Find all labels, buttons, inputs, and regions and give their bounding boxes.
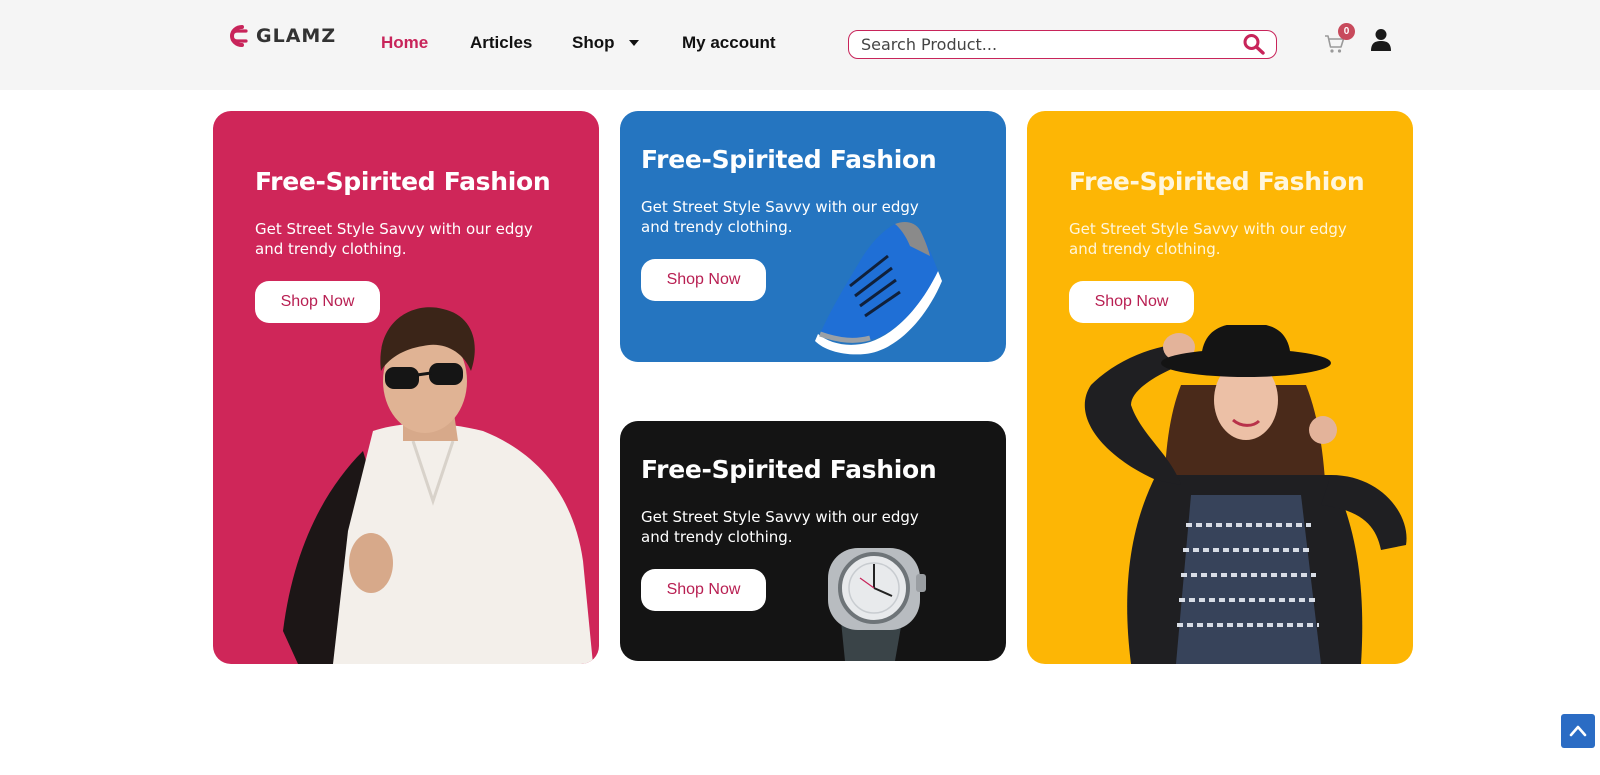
man-in-sunglasses-image [283, 307, 593, 664]
promo-card-blue: Free-Spirited Fashion Get Street Style S… [620, 111, 1006, 362]
promo-card-black: Free-Spirited Fashion Get Street Style S… [620, 421, 1006, 661]
user-icon[interactable] [1370, 28, 1392, 52]
card-description: Get Street Style Savvy with our edgy and… [1069, 220, 1347, 258]
card-description: Get Street Style Savvy with our edgy and… [641, 198, 919, 236]
brand-name: GLAMZ [256, 25, 337, 47]
nav-shop-label: Shop [572, 33, 615, 52]
promo-card-pink: Free-Spirited Fashion Get Street Style S… [213, 111, 599, 664]
woman-in-hat-image [1084, 325, 1407, 664]
blue-sneaker-image [815, 222, 942, 355]
card-description: Get Street Style Savvy with our edgy and… [255, 220, 533, 258]
card-title: Free-Spirited Fashion [1069, 167, 1365, 196]
nav-my-account-link[interactable]: My account [682, 33, 776, 53]
nav-articles-link[interactable]: Articles [470, 33, 532, 53]
card-title: Free-Spirited Fashion [255, 167, 551, 196]
search-icon[interactable] [1242, 33, 1266, 55]
nav-shop-menu[interactable]: Shop [572, 33, 639, 53]
search-input[interactable] [861, 34, 1221, 55]
brand-logo[interactable]: GLAMZ [224, 24, 336, 48]
caret-down-icon [628, 40, 639, 46]
search-box [848, 30, 1277, 59]
shop-now-button[interactable]: Shop Now [1069, 281, 1194, 323]
card-title: Free-Spirited Fashion [641, 145, 937, 174]
promo-card-yellow: Free-Spirited Fashion Get Street Style S… [1027, 111, 1413, 664]
scroll-to-top-button[interactable] [1561, 714, 1595, 748]
card-description: Get Street Style Savvy with our edgy and… [641, 508, 919, 546]
chevron-up-icon [1569, 725, 1587, 737]
shop-now-button[interactable]: Shop Now [255, 281, 380, 323]
shop-now-button[interactable]: Shop Now [641, 569, 766, 611]
card-title: Free-Spirited Fashion [641, 455, 937, 484]
nav-home-link[interactable]: Home [381, 33, 428, 53]
glamz-logo-icon [230, 25, 248, 47]
shop-now-button[interactable]: Shop Now [641, 259, 766, 301]
cart-count-badge: 0 [1338, 23, 1355, 40]
site-header: GLAMZ Home Articles Shop My account 0 [0, 0, 1600, 90]
